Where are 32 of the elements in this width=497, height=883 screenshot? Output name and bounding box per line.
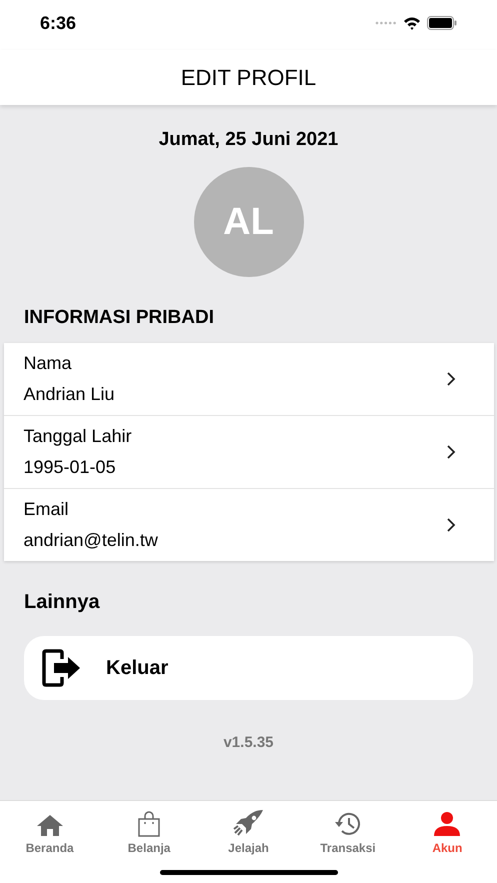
history-icon — [332, 811, 363, 837]
home-icon — [36, 813, 64, 837]
page-title: EDIT PROFIL — [180, 64, 316, 90]
tab[interactable]: Beranda — [0, 807, 100, 855]
tab[interactable]: Belanja — [99, 807, 199, 855]
rocket-icon — [232, 809, 265, 837]
wifi-icon — [403, 16, 421, 30]
info-row[interactable]: Email andrian@telin.tw — [4, 489, 494, 561]
date-text: Jumat, 25 Juni 2021 — [158, 129, 338, 151]
field-label: Tanggal Lahir — [24, 426, 132, 447]
logout-button[interactable]: Keluar — [24, 636, 473, 700]
status-time: 6:36 — [40, 12, 76, 34]
chevron-right-icon — [446, 517, 456, 533]
tab[interactable]: Akun — [398, 807, 497, 855]
field-label: Email — [24, 499, 70, 520]
section-title: Lainnya — [24, 591, 100, 614]
person-icon — [432, 811, 462, 837]
battery-icon — [427, 16, 457, 30]
info-row[interactable]: Tanggal Lahir 1995-01-05 — [4, 416, 494, 489]
tab[interactable]: Jelajah — [198, 807, 298, 855]
tab[interactable]: Transaksi — [298, 807, 398, 855]
section-title: INFORMASI PRIBADI — [24, 307, 214, 329]
field-value: 1995-01-05 — [24, 457, 117, 478]
signal-icon — [375, 20, 397, 26]
field-label: Nama — [24, 353, 73, 374]
chevron-right-icon — [446, 444, 456, 460]
field-value: Andrian Liu — [24, 384, 115, 405]
info-row[interactable]: Nama Andrian Liu — [4, 343, 494, 416]
field-value: andrian@telin.tw — [24, 530, 158, 551]
version-text: v1.5.35 — [223, 734, 274, 751]
shopping-bag-icon — [136, 811, 162, 837]
chevron-right-icon — [446, 371, 456, 387]
